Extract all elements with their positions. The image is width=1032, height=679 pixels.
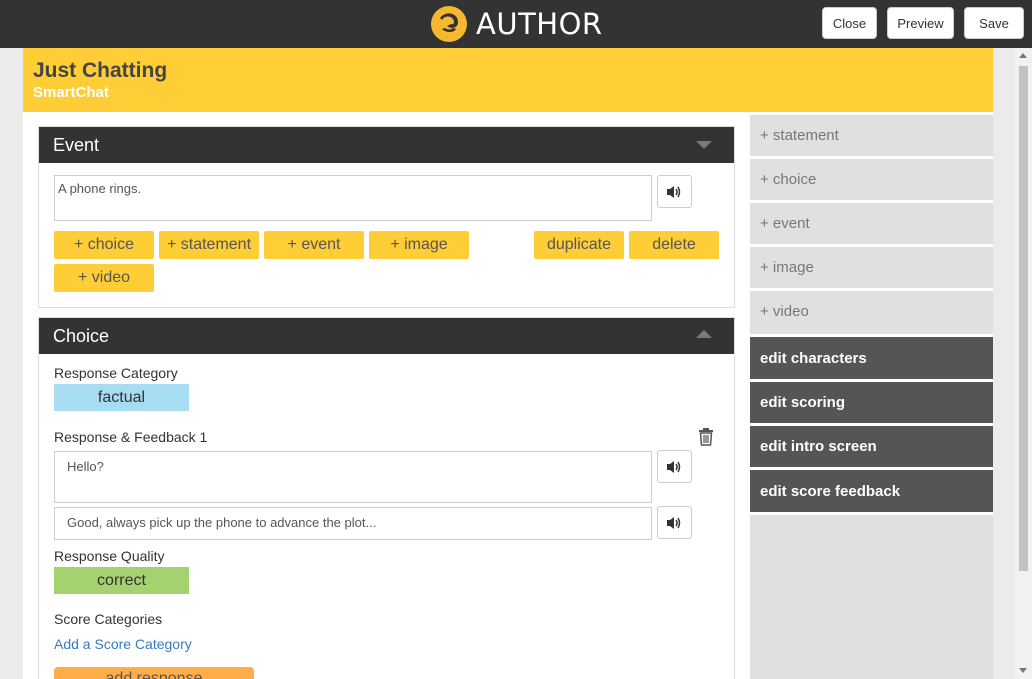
feedback-text-input[interactable]: Good, always pick up the phone to advanc… [54,507,652,540]
preview-button[interactable]: Preview [887,7,954,39]
sidebar-edit-intro-screen[interactable]: edit intro screen [750,423,993,467]
scroll-up-arrow-icon[interactable] [1019,53,1027,58]
speaker-icon [666,460,680,473]
add-image-button[interactable]: + image [369,231,469,259]
event-panel-title: Event [53,134,100,155]
page-scrollbar[interactable] [1015,48,1032,679]
close-button[interactable]: Close [822,7,877,39]
duplicate-button[interactable]: duplicate [534,231,624,259]
add-choice-button[interactable]: + choice [54,231,154,259]
response-category-label: Response Category [54,365,178,381]
caret-down-icon[interactable] [696,141,712,149]
caret-up-icon[interactable] [696,330,712,338]
choice-panel-title: Choice [53,325,110,346]
event-panel-header[interactable]: Event [39,127,734,163]
add-response-button[interactable]: add response [54,667,254,679]
save-button[interactable]: Save [964,7,1024,39]
sidebar-add-statement[interactable]: + statement [750,112,993,156]
sidebar-edit-characters[interactable]: edit characters [750,334,993,379]
add-statement-button[interactable]: + statement [159,231,259,259]
delete-button[interactable]: delete [629,231,719,259]
sidebar-add-event[interactable]: + event [750,200,993,244]
feedback-audio-button[interactable] [657,506,692,539]
response-quality-pill[interactable]: correct [54,567,189,594]
choice-panel-header[interactable]: Choice [39,318,734,354]
response-feedback-label: Response & Feedback 1 [54,429,208,445]
response-category-pill[interactable]: factual [54,384,189,411]
event-text-input[interactable]: A phone rings. [54,175,652,221]
module-header: Just Chatting SmartChat [23,48,993,112]
sidebar-add-image[interactable]: + image [750,244,993,288]
speaker-icon [666,516,680,529]
editor-area: Event A phone rings. + choice + statemen… [23,112,750,679]
module-type: SmartChat [33,84,109,101]
sidebar-add-choice[interactable]: + choice [750,156,993,200]
sidebar: + statement + choice + event + image + v… [750,112,993,679]
add-video-button[interactable]: + video [54,264,154,292]
response-audio-button[interactable] [657,450,692,483]
app-logo: AUTHOR [430,4,603,44]
module-title: Just Chatting [33,59,168,82]
choice-panel: Choice Response Category factual Respons… [38,317,735,679]
scroll-down-arrow-icon[interactable] [1019,668,1027,673]
event-audio-button[interactable] [657,175,692,208]
response-quality-label: Response Quality [54,548,165,564]
logo-icon [431,6,467,42]
add-score-category-link[interactable]: Add a Score Category [54,636,192,652]
response-text-input[interactable]: Hello? [54,451,652,503]
sidebar-edit-score-feedback[interactable]: edit score feedback [750,467,993,512]
speaker-icon [666,185,680,198]
top-bar: AUTHOR Close Preview Save [0,0,1032,48]
brand-name: AUTHOR [476,7,603,41]
sidebar-add-video[interactable]: + video [750,288,993,332]
sidebar-edit-scoring[interactable]: edit scoring [750,379,993,423]
trash-icon[interactable] [698,428,714,451]
score-categories-label: Score Categories [54,611,163,627]
event-panel: Event A phone rings. + choice + statemen… [38,126,735,308]
add-event-button[interactable]: + event [264,231,364,259]
scroll-thumb[interactable] [1019,66,1028,571]
sidebar-divider [750,512,993,515]
